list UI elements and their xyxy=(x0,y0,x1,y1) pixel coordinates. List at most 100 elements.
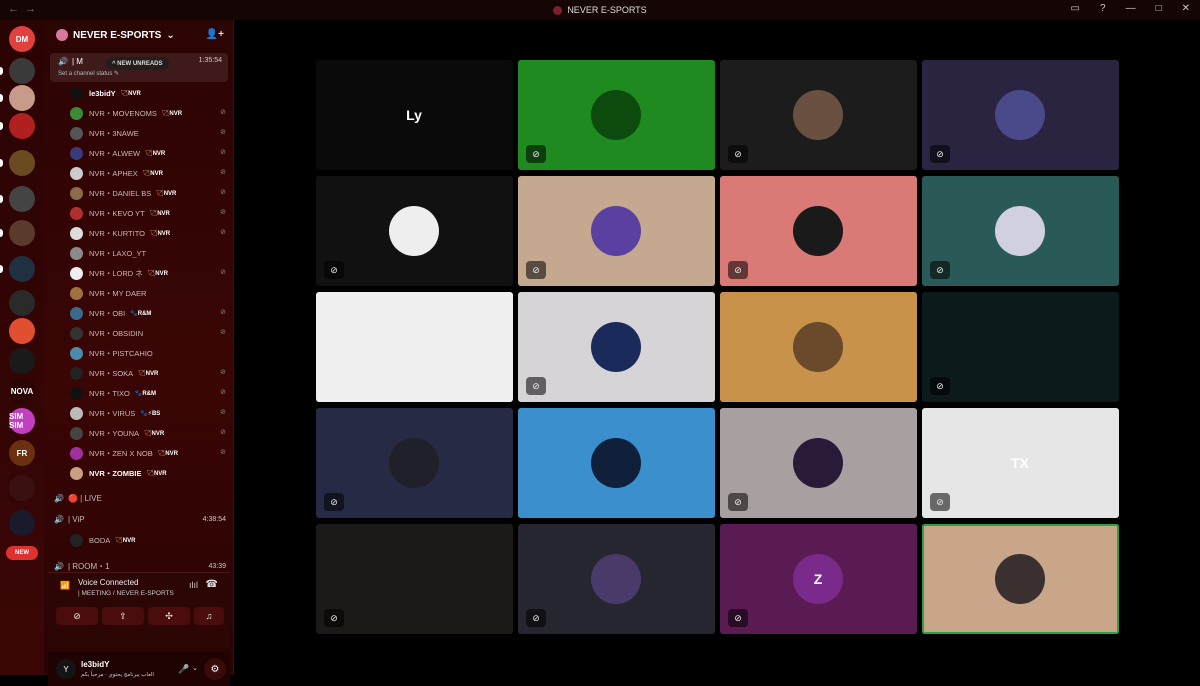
participant-tile[interactable]: Z ⊘ xyxy=(720,524,917,634)
avatar xyxy=(995,206,1045,256)
voice-member[interactable]: le3bidY 🏹NVR xyxy=(70,84,226,102)
voice-member[interactable]: NVR・SOKA 🏹NVR ⊘ xyxy=(70,364,226,382)
unread-indicator xyxy=(0,195,3,203)
muted-mic-icon: ⊘ xyxy=(324,609,344,627)
voice-member[interactable]: NVR・YOUNA 🏹NVR ⊘ xyxy=(70,424,226,442)
avatar xyxy=(70,146,83,160)
new-unreads-button[interactable]: ^ NEW UNREADS xyxy=(106,57,169,70)
muted-mic-icon: ⊘ xyxy=(728,609,748,627)
participant-tile[interactable]: TX ⊘ xyxy=(922,408,1119,518)
server-icon[interactable]: SIM SIM xyxy=(9,408,35,434)
server-icon[interactable] xyxy=(9,290,35,316)
voice-member[interactable]: NVR・LORD ネ 🏹NVR ⊘ xyxy=(70,264,226,282)
voice-member[interactable]: NVR・DANIEL BS 🏹NVR ⊘ xyxy=(70,184,226,202)
participant-tile[interactable] xyxy=(720,292,917,402)
participant-tile[interactable] xyxy=(922,524,1119,634)
voice-member[interactable]: NVR・3NAWE ⊘ xyxy=(70,124,226,142)
participant-tile[interactable]: ⊘ xyxy=(316,176,513,286)
voice-member[interactable]: NVR・OBSIDIN ⊘ xyxy=(70,324,226,342)
participant-tile[interactable]: ⊘ xyxy=(720,60,917,170)
voice-member[interactable]: NVR・MOVENOMS 🏹NVR ⊘ xyxy=(70,104,226,122)
soundboard-button[interactable]: ♫ xyxy=(194,607,224,625)
server-icon[interactable] xyxy=(9,150,35,176)
settings-gear-icon[interactable]: ⚙ xyxy=(204,658,226,680)
voice-member[interactable]: NVR・MY DAER xyxy=(70,284,226,302)
member-tag: 🏹NVR xyxy=(145,150,166,157)
participant-tile[interactable]: ⊘ xyxy=(922,292,1119,402)
server-icon[interactable] xyxy=(9,186,35,212)
participant-tile[interactable] xyxy=(518,408,715,518)
voice-member[interactable]: NVR・ZEN X NOB 🏹NVR ⊘ xyxy=(70,444,226,462)
server-icon[interactable]: DM xyxy=(9,26,35,52)
voice-member[interactable]: BODA 🏹NVR xyxy=(70,531,226,549)
member-name: NVR・3NAWE xyxy=(89,128,139,138)
voice-channel[interactable]: 🔊 🔴 | LIVE xyxy=(54,489,226,507)
participant-tile[interactable]: ⊘ xyxy=(720,176,917,286)
voice-member[interactable]: NVR・PISTCAHIO xyxy=(70,344,226,362)
speaker-icon: 🔊 xyxy=(54,561,64,571)
participant-tile[interactable]: ⊘ xyxy=(922,60,1119,170)
inbox-icon[interactable]: ▭ xyxy=(1071,3,1080,14)
close-button[interactable]: ✕ xyxy=(1182,3,1190,14)
participant-tile[interactable]: ⊘ xyxy=(518,176,715,286)
server-icon[interactable] xyxy=(9,348,35,374)
avatar xyxy=(793,438,843,488)
server-icon[interactable] xyxy=(9,510,35,536)
mic-icon[interactable]: 🎤 xyxy=(178,664,189,675)
member-name: NVR・MOVENOMS xyxy=(89,108,157,118)
voice-member[interactable]: NVR・KURTITO 🏹NVR ⊘ xyxy=(70,224,226,242)
maximize-button[interactable]: □ xyxy=(1156,3,1162,14)
avatar xyxy=(389,554,439,604)
server-icon[interactable]: FR xyxy=(9,440,35,466)
voice-member[interactable]: NVR・ZOMBIE 🏹NVR xyxy=(70,464,226,482)
disconnect-icon[interactable]: ☎ xyxy=(206,579,218,590)
participant-tile[interactable]: ⊘ xyxy=(518,292,715,402)
voice-member[interactable]: NVR・APHEX 🏹NVR ⊘ xyxy=(70,164,226,182)
chevron-down-icon[interactable]: ⌄ xyxy=(192,664,198,672)
muted-mic-icon: ⊘ xyxy=(728,261,748,279)
signal-icon[interactable]: 📶 xyxy=(60,581,70,590)
member-tag: 🏹NVR xyxy=(147,270,168,277)
participant-tile[interactable]: ⊘ xyxy=(720,408,917,518)
invite-icon[interactable]: 👤+ xyxy=(206,29,224,40)
username: le3bidY xyxy=(81,660,110,669)
voice-member[interactable]: NVR・KEVO YT 🏹NVR ⊘ xyxy=(70,204,226,222)
server-icon[interactable] xyxy=(9,256,35,282)
activity-button[interactable]: ✣ xyxy=(148,607,190,625)
minimize-button[interactable]: — xyxy=(1126,3,1136,14)
voice-member[interactable]: NVR・TIXO 🐾R&M ⊘ xyxy=(70,384,226,402)
server-icon[interactable] xyxy=(9,318,35,344)
voice-member[interactable]: NVR・ALWEW 🏹NVR ⊘ xyxy=(70,144,226,162)
server-icon[interactable] xyxy=(9,475,35,501)
channel-status[interactable]: Set a channel status ✎ xyxy=(58,70,119,77)
server-icon[interactable] xyxy=(9,58,35,84)
voice-location[interactable]: | MEETING / NEVER E-SPORTS xyxy=(78,590,174,597)
participant-tile[interactable]: ⊘ xyxy=(316,408,513,518)
muted-mic-icon: ⊘ xyxy=(526,145,546,163)
server-icon[interactable]: NOVA xyxy=(9,378,35,404)
voice-member[interactable]: NVR・OBI 🐾R&M ⊘ xyxy=(70,304,226,322)
server-icon[interactable] xyxy=(9,113,35,139)
help-icon[interactable]: ? xyxy=(1100,3,1106,14)
server-icon[interactable] xyxy=(9,85,35,111)
voice-member[interactable]: NVR・VIRUS 🐾⚡BS ⊘ xyxy=(70,404,226,422)
screen-share-button[interactable]: ⇪ xyxy=(102,607,144,625)
participant-tile[interactable]: ⊘ xyxy=(518,524,715,634)
participant-tile[interactable]: ⊘ xyxy=(518,60,715,170)
camera-button[interactable]: ⊘ xyxy=(56,607,98,625)
member-name: NVR・DANIEL BS xyxy=(89,188,152,198)
muted-mic-icon: ⊘ xyxy=(220,369,226,376)
voice-member[interactable]: NVR・LAXO_YT xyxy=(70,244,226,262)
participant-tile[interactable]: Ly xyxy=(316,60,513,170)
unread-indicator xyxy=(0,67,3,75)
server-icon[interactable] xyxy=(9,220,35,246)
participant-tile[interactable]: ⊘ xyxy=(922,176,1119,286)
avatar[interactable]: Y xyxy=(56,659,76,679)
server-header[interactable]: NEVER E-SPORTS ⌄ 👤+ xyxy=(44,20,234,50)
participant-tile[interactable]: ⊘ xyxy=(316,524,513,634)
muted-mic-icon: ⊘ xyxy=(930,493,950,511)
voice-channel[interactable]: 🔊 | ViP 4:38:54 xyxy=(54,510,226,528)
participant-tile[interactable] xyxy=(316,292,513,402)
voice-panel: 📶 Voice Connected | MEETING / NEVER E-SP… xyxy=(48,572,230,648)
noise-suppression-icon[interactable]: ılıl xyxy=(189,580,198,590)
